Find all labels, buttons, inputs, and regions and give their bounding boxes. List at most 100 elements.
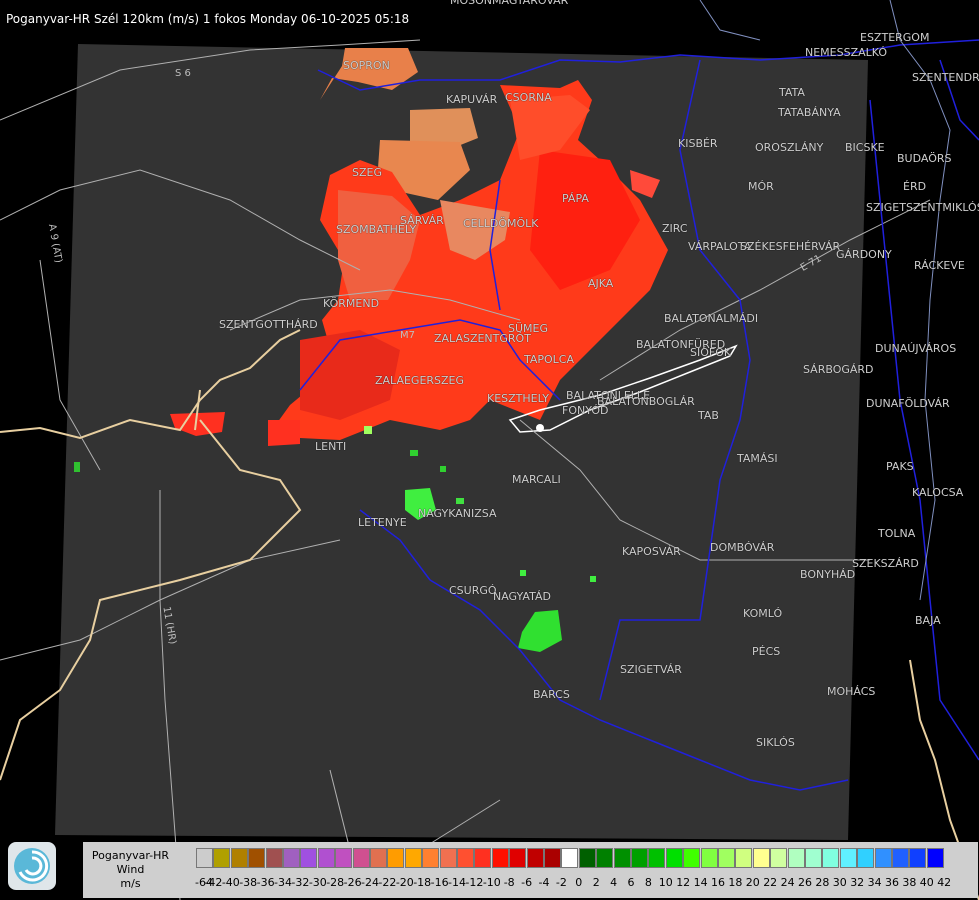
- city-label-szigetvar: SZIGETVÁR: [620, 663, 682, 676]
- legend-radar-name: Poganyvar-HR: [91, 849, 170, 862]
- legend-swatch: [509, 848, 527, 868]
- city-label-esztergom: ESZTERGOM: [860, 31, 930, 44]
- city-label-keszthely: KESZTHELY: [487, 392, 550, 405]
- legend-tick-label: -22: [378, 876, 397, 889]
- legend-swatch: [196, 848, 213, 868]
- legend-tick-label: 6: [627, 876, 635, 889]
- city-label-erd: ÉRD: [903, 180, 927, 193]
- legend-tick-label: -14: [448, 876, 466, 889]
- legend-tick-label: -26: [343, 876, 362, 889]
- city-label-tapolca: TAPOLCA: [524, 353, 575, 366]
- legend-tick-label: -28: [326, 876, 345, 889]
- legend-swatch: [439, 848, 457, 868]
- legend-variable: Wind: [116, 863, 145, 876]
- legend-tick-label: -20: [395, 876, 414, 889]
- legend-tick-label: 38: [902, 876, 917, 889]
- city-label-papa: PÁPA: [562, 192, 589, 205]
- city-label-kormend: KÖRMEND: [323, 297, 380, 310]
- legend-tick-label: 18: [728, 876, 743, 889]
- city-label-zalaegerszeg: ZALAEGERSZEG: [375, 374, 465, 387]
- city-label-mosonmagyarovar: MOSONMAGYARÓVÁR: [450, 0, 569, 7]
- legend-swatch: [735, 848, 753, 868]
- city-label-dombovar: DOMBÓVÁR: [710, 541, 775, 554]
- city-label-tata: TATA: [779, 86, 805, 99]
- city-label-oroszlany: OROSZLÁNY: [755, 141, 824, 154]
- city-label-zirc: ZIRC: [662, 222, 688, 235]
- legend-swatch: [631, 848, 648, 868]
- legend-tick-label: 4: [610, 876, 618, 889]
- legend-tick-label: -30: [308, 876, 327, 889]
- legend-tick-label: 24: [780, 876, 795, 889]
- city-label-budaors: BUDAÖRS: [897, 152, 952, 165]
- legend-swatch: [526, 848, 544, 868]
- city-label-siofok: SIÓFOK: [690, 346, 732, 359]
- legend-tick-label: -12: [465, 876, 484, 889]
- road-label-m7: M7: [400, 330, 415, 341]
- city-label-celldomolk: CELLDÖMÖLK: [463, 217, 539, 230]
- legend-swatch: [300, 848, 318, 868]
- legend-swatch: [265, 848, 283, 868]
- legend-swatch: [474, 848, 492, 868]
- legend-tick-label: -2: [555, 876, 567, 889]
- legend-tick-label: 36: [885, 876, 899, 889]
- legend-tick-label: -40: [221, 876, 240, 889]
- city-label-szentgotthard: SZENTGOTTHÁRD: [219, 318, 318, 331]
- legend-swatch: [613, 848, 631, 868]
- legend-swatch: [770, 848, 788, 868]
- legend-tick-label: 22: [763, 876, 778, 889]
- legend-swatch: [213, 848, 231, 868]
- legend-swatch: [544, 848, 561, 868]
- legend-swatch: [335, 848, 353, 868]
- legend-swatch: [404, 848, 422, 868]
- legend-tick-label: 30: [832, 876, 847, 889]
- city-label-bicske: BICSKE: [845, 141, 885, 154]
- city-label-barcs: BARCS: [533, 688, 570, 701]
- city-label-kisber: KISBÉR: [678, 137, 718, 150]
- legend-swatch: [787, 848, 805, 868]
- legend-swatch: [561, 848, 579, 868]
- city-label-szekesfehervar: SZÉKESFEHÉRVÁR: [740, 240, 841, 253]
- legend-swatch: [422, 848, 440, 868]
- city-label-szekszard: SZEKSZÁRD: [852, 557, 919, 570]
- legend-swatch: [909, 848, 927, 868]
- legend-unit: m/s: [120, 877, 141, 890]
- city-label-marcali: MARCALI: [512, 473, 561, 486]
- legend-tick-label: 40: [919, 876, 934, 889]
- legend-swatch: [683, 848, 701, 868]
- legend-tick-label: -18: [413, 876, 432, 889]
- legend-title: Poganyvar-HR Wind m/s: [83, 842, 178, 898]
- city-label-komlo: KOMLÓ: [743, 607, 783, 620]
- legend-tick-label: -38: [239, 876, 258, 889]
- city-label-balatonalmadi: BALATONALMÁDI: [664, 312, 759, 325]
- road-label-s6: S 6: [175, 68, 191, 79]
- city-label-siklos: SIKLÓS: [756, 736, 795, 749]
- legend-swatch: [700, 848, 718, 868]
- logo-icon: [8, 842, 56, 890]
- legend-tick-label: -34: [274, 876, 292, 889]
- legend-swatch: [230, 848, 248, 868]
- legend-tick-label: -10: [482, 876, 501, 889]
- city-label-nemesszalko: NEMESSZALKÓ: [805, 46, 888, 59]
- city-label-paks: PAKS: [886, 460, 914, 473]
- city-label-csorna: CSORNA: [505, 91, 552, 104]
- city-label-mohacs: MOHÁCS: [827, 685, 876, 698]
- legend-tick-label: 14: [693, 876, 708, 889]
- legend-tick-label: -16: [430, 876, 449, 889]
- legend-swatch: [857, 848, 875, 868]
- city-label-lenti: LENTI: [315, 440, 347, 453]
- city-label-baja: BAJA: [915, 614, 941, 627]
- legend-tick-label: 0: [575, 876, 583, 889]
- city-label-kaposvar: KAPOSVÁR: [622, 545, 681, 558]
- legend-swatch: [648, 848, 666, 868]
- legend-swatch: [578, 848, 596, 868]
- legend-swatch: [596, 848, 614, 868]
- city-label-tolna: TOLNA: [878, 527, 916, 540]
- legend-tick-label: 20: [745, 876, 760, 889]
- city-label-csurgo: CSURGÓ: [449, 584, 497, 597]
- city-label-kapuvar: KAPUVÁR: [446, 93, 498, 106]
- legend-tick-label: 32: [850, 876, 865, 889]
- legend-tick-label: 28: [815, 876, 830, 889]
- radar-site-icon: [536, 424, 544, 432]
- city-label-gardony: GÁRDONY: [836, 248, 892, 261]
- legend-tick-label: -42: [204, 876, 223, 889]
